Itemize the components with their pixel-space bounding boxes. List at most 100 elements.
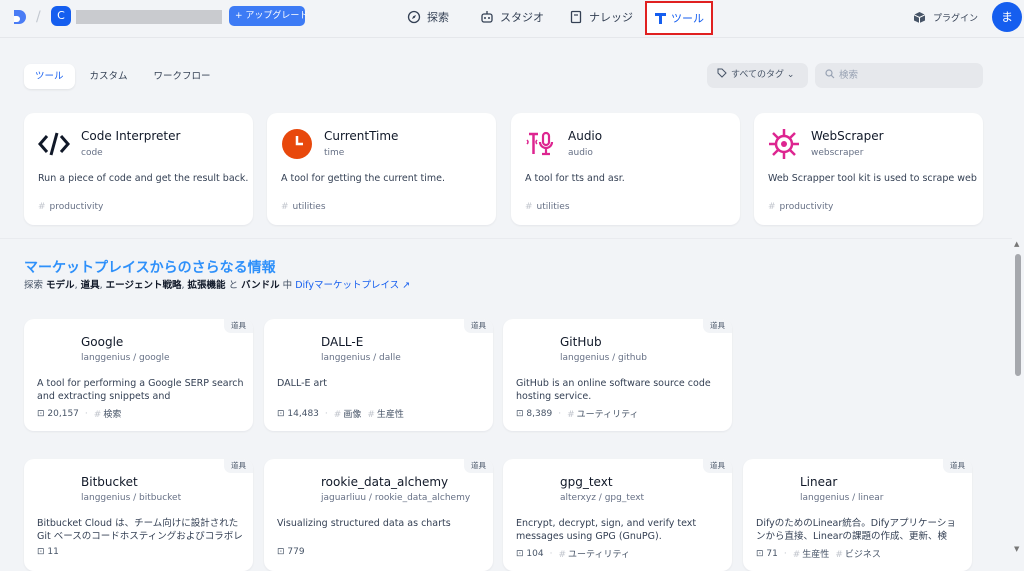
plugin-org-name: langgenius [800,493,850,503]
breadcrumb-separator: / [36,9,41,25]
plugin-org: langgenius / bitbucket [81,493,182,503]
tool-tag-label: productivity [49,202,104,212]
tool-tag-label: utilities [536,202,570,212]
scrollbar-thumb[interactable] [1015,254,1021,376]
tool-tabs: ツール カスタム ワークフロー [24,64,222,89]
separator-dot: · [549,548,553,559]
clock-icon [282,129,312,159]
search-input[interactable]: 検索 [815,63,983,88]
plugin-installs: ⊡ 104 [516,549,544,559]
plugin-tag: # 画像 [333,410,362,420]
tab-custom[interactable]: カスタム [79,64,139,89]
plugin-tag: # 生産性 [792,550,830,560]
plugin-installs: ⊡ 71 [756,549,778,559]
robot-icon [481,11,493,23]
tab-builtin-tools[interactable]: ツール [24,64,75,89]
plugin-card-linear[interactable]: 道具 Linear langgenius / linear DifyのためのLi… [743,459,972,571]
plugin-tag: # ユーティリティ [567,410,639,420]
search-icon [825,69,835,79]
plugin-tag: # 生産性 [367,410,404,420]
separator-dot: · [783,548,787,559]
plugin-type-badge: 道具 [224,319,253,333]
tool-tag-label: productivity [779,202,834,212]
plugin-tag-label: ビジネス [844,550,881,560]
plugin-slug: dalle [379,353,401,363]
plugins-label: プラグイン [933,13,979,24]
plugin-slug: github [618,353,647,363]
plugins-button[interactable]: プラグイン [913,0,978,34]
dify-logo-icon[interactable] [12,8,28,30]
top-header: / C + アップグレード 探索 スタジオ ナレッジ ツール プラグイン ま [0,0,1024,38]
upgrade-button[interactable]: + アップグレード [229,6,308,26]
nav-studio-label: スタジオ [500,11,544,24]
plugin-installs: ⊡ 14,483 [277,409,319,419]
plugin-tag-label: ユーティリティ [568,550,630,560]
compass-icon [407,10,421,24]
tool-card-code-interpreter[interactable]: Code Interpreter code Run a piece of cod… [24,113,253,225]
plugin-org: langgenius / google [81,353,170,363]
scroll-down-arrow[interactable]: ▼ [1014,545,1019,553]
plugin-name: Linear [800,475,838,489]
plugin-install-count: 20,157 [47,408,79,419]
plugin-card-dalle[interactable]: 道具 DALL-E langgenius / dalle DALL-E art … [264,319,493,431]
nav-tools[interactable]: ツール [645,1,713,35]
nav-studio[interactable]: スタジオ [480,0,544,34]
workspace-name-redacted[interactable] [76,10,222,24]
plugin-install-count: 8,389 [526,408,553,419]
plugin-card-google[interactable]: 道具 Google langgenius / google A tool for… [24,319,253,431]
tool-card-audio[interactable]: Audio audio A tool for tts and asr. # uti… [511,113,740,225]
plugin-description: GitHub is an online software source code… [516,378,711,402]
tag-filter-label: すべてのタグ ⌄ [731,70,795,80]
tool-tag: # utilities [281,202,326,212]
user-avatar[interactable]: ま [992,2,1022,32]
tool-card-webscraper[interactable]: WebScraper webscraper Web Scrapper tool … [754,113,983,225]
nav-explore[interactable]: 探索 [407,0,449,34]
plugin-org-name: langgenius [81,353,131,363]
marketplace-sub-and: と [228,280,239,291]
plugin-name: Bitbucket [81,475,138,489]
plugin-org: alterxyz / gpg_text [560,493,645,503]
tool-description: Web Scrapper tool kit is used to scrape … [768,173,977,184]
workspace-avatar[interactable]: C [51,6,71,26]
tool-description: Run a piece of code and get the result b… [38,173,249,184]
plugin-name: GitHub [560,335,602,349]
marketplace-sub-agent-strategy: エージェント戦略 [105,280,182,291]
tool-name: Code Interpreter [81,129,181,143]
dify-marketplace-link[interactable]: Difyマーケットプレイス ↗ [295,280,410,291]
plugin-org-name: langgenius [560,353,610,363]
book-icon [570,10,582,24]
marketplace-sub-explore: 探索 [24,280,44,291]
tool-id: audio [568,148,593,158]
marketplace-sub-models: モデル [46,280,75,291]
marketplace-title: マーケットプレイスからのさらなる情報 [24,260,276,276]
plugin-meta: ⊡ 14,483 · # 画像 # 生産性 [277,407,404,421]
marketplace-sub-tools: 道具 [80,280,100,291]
tag-filter-select[interactable]: すべてのタグ ⌄ [707,63,808,88]
plugin-meta: ⊡ 71 · # 生産性 # ビジネス [756,547,881,561]
plugin-card-rookie-data-alchemy[interactable]: 道具 rookie_data_alchemy jaguarliuu / rook… [264,459,493,571]
plugin-card-gpg-text[interactable]: 道具 gpg_text alterxyz / gpg_text Encrypt,… [503,459,732,571]
scroll-up-arrow[interactable]: ▲ [1014,240,1019,248]
nav-knowledge[interactable]: ナレッジ [569,0,633,34]
tool-description: A tool for tts and asr. [525,173,625,184]
plugin-type-badge: 道具 [464,459,493,473]
plugin-description: Encrypt, decrypt, sign, and verify text … [516,518,697,542]
plugin-name: rookie_data_alchemy [321,475,449,489]
marketplace-subtitle: 探索 モデル, 道具, エージェント戦略, 拡張機能 と バンドル 中 Dify… [24,280,411,291]
plugin-slug: gpg_text [604,493,645,503]
tab-workflow[interactable]: ワークフロー [143,64,222,89]
plugin-meta: ⊡ 779 [277,547,305,557]
plugin-card-bitbucket[interactable]: 道具 Bitbucket langgenius / bitbucket Bitb… [24,459,253,571]
plugin-org-name: alterxyz [560,493,596,503]
audio-icon [526,131,554,156]
plugin-install-count: 104 [526,548,544,559]
plugin-card-github[interactable]: 道具 GitHub langgenius / github GitHub is … [503,319,732,431]
plugin-install-count: 14,483 [287,408,319,419]
plugin-tag: # 検索 [93,410,122,420]
tool-card-currenttime[interactable]: CurrentTime time A tool for getting the … [267,113,496,225]
plugin-install-count: 71 [766,548,778,559]
plugin-description: DifyのためのLinear統合。Difyアプリケーションから直接、Linear… [756,518,956,542]
download-icon: ⊡ [516,408,524,419]
code-icon [38,132,70,156]
plugin-meta: ⊡ 8,389 · # ユーティリティ [516,407,639,421]
